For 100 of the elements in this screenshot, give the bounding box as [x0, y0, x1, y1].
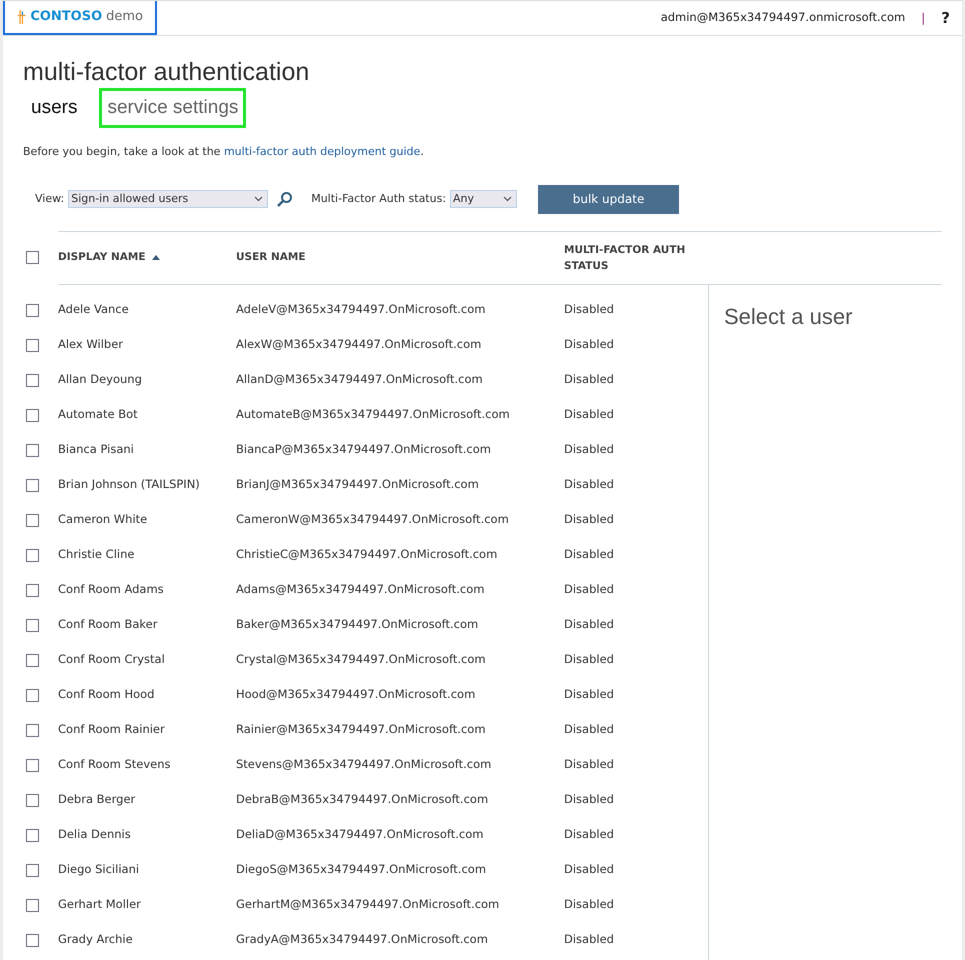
search-icon[interactable]	[276, 190, 294, 208]
user-row[interactable]: Cameron White CameronW@M365x34794497.OnMicrosoft.com Disabled	[23, 502, 708, 538]
user-name: GerhartM@M365x34794497.OnMicrosoft.com	[236, 896, 500, 914]
checkbox[interactable]	[26, 584, 39, 596]
separator: |	[921, 10, 926, 27]
checkbox[interactable]	[26, 548, 39, 562]
user-row[interactable]: Delia Dennis DeliaD@M365x34794497.OnMicrosoft.com Disabled	[23, 818, 708, 852]
user-row[interactable]: Debra Berger DebraB@M365x34794497.OnMicrosoft.com Disabled	[23, 782, 708, 818]
checkbox[interactable]	[26, 304, 39, 316]
display-name: Diego Siciliani	[58, 861, 140, 878]
checkbox[interactable]	[26, 514, 39, 526]
tab[interactable]: service settings	[99, 88, 246, 128]
mfa-status: Disabled	[564, 441, 614, 458]
mfa-status: Disabled	[564, 931, 614, 948]
user-row[interactable]: Alex Wilber AlexW@M365x34794497.OnMicrosoft.com Disabled	[23, 328, 708, 362]
display-name: Conf Room Crystal	[58, 651, 166, 668]
user-row[interactable]: Grady Archie GradyA@M365x34794497.OnMicrosoft.com Disabled	[23, 922, 708, 958]
mfa-status: Disabled	[564, 861, 614, 878]
user-row[interactable]: Gerhart Moller GerhartM@M365x34794497.OnMicrosoft.com Disabled	[23, 888, 708, 922]
user-name: DeliaD@M365x34794497.OnMicrosoft.com	[236, 826, 484, 844]
checkbox[interactable]	[26, 654, 39, 666]
user-row[interactable]: Automate Bot AutomateB@M365x34794497.OnMicrosoft.com Disabled	[23, 398, 708, 432]
user-name: AllanD@M365x34794497.OnMicrosoft.com	[236, 371, 484, 388]
user-row[interactable]: Brian Johnson (TAILSPIN) BrianJ@M365x34794497.OnMicrosoft.com Disabled	[23, 468, 708, 502]
mfa-status: Disabled	[564, 511, 614, 528]
view-dropdown[interactable]: Sign-in allowed users	[68, 190, 268, 208]
user-row[interactable]: Conf Room Adams Adams@M365x34794497.OnMicrosoft.com Disabled	[23, 572, 708, 608]
brand-name: CONTOSO	[30, 8, 102, 26]
user-name: GradyA@M365x34794497.OnMicrosoft.com	[236, 931, 489, 948]
brand-suffix: demo	[106, 8, 143, 26]
display-name: Conf Room Baker	[58, 616, 158, 634]
display-name: Debra Berger	[58, 791, 136, 808]
brand-logo-tab[interactable]: CONTOSO demo	[3, 1, 157, 35]
user-row[interactable]: Christie Cline ChristieC@M365x34794497.OnMicrosoft.com Disabled	[23, 538, 708, 572]
help-button[interactable]: ?	[941, 6, 950, 30]
user-name: AlexW@M365x34794497.OnMicrosoft.com	[236, 336, 482, 354]
display-name: Brian Johnson (TAILSPIN)	[58, 476, 201, 494]
display-name: Bianca Pisani	[58, 441, 135, 458]
checkbox[interactable]	[26, 444, 39, 456]
mfa-status: Disabled	[564, 756, 614, 774]
checkbox[interactable]	[26, 618, 39, 632]
user-name: DebraB@M365x34794497.OnMicrosoft.com	[236, 791, 490, 808]
column-header[interactable]: MULTI-FACTOR AUTH STATUS	[564, 242, 694, 274]
user-row[interactable]: Conf Room Crystal Crystal@M365x34794497.OnMicrosoft.com Disabled	[23, 642, 708, 678]
mfa-status: Disabled	[564, 581, 614, 598]
checkbox[interactable]	[26, 251, 39, 264]
chevron-icon	[503, 196, 512, 202]
sort-ascending-icon	[152, 255, 160, 260]
deployment-guide-link[interactable]: multi-factor auth deployment guide	[224, 145, 420, 158]
checkbox[interactable]	[26, 864, 39, 876]
display-name: Conf Room Rainier	[58, 721, 166, 738]
logo-icon	[17, 8, 26, 26]
status-label: Multi-Factor Auth status:	[311, 190, 446, 207]
display-name: Delia Dennis	[58, 826, 132, 844]
status-value: Any	[453, 190, 474, 207]
user-name: AutomateB@M365x34794497.OnMicrosoft.com	[236, 406, 511, 424]
mfa-status: Disabled	[564, 371, 614, 388]
column-header[interactable]: DISPLAY NAME	[58, 250, 146, 266]
display-name: Conf Room Hood	[58, 686, 156, 704]
user-row[interactable]: Conf Room Rainier Rainier@M365x34794497.OnMicrosoft.com Disabled	[23, 712, 708, 748]
checkbox[interactable]	[26, 338, 39, 352]
display-name: Grady Archie	[58, 931, 134, 948]
mfa-status: Disabled	[564, 686, 614, 704]
user-row[interactable]: Allan Deyoung AllanD@M365x34794497.OnMicrosoft.com Disabled	[23, 362, 708, 398]
display-name: Cameron White	[58, 511, 148, 528]
checkbox[interactable]	[26, 374, 39, 386]
chevron-icon	[254, 196, 264, 202]
checkbox[interactable]	[26, 828, 39, 842]
mfa-status: Disabled	[564, 616, 614, 634]
mfa-status: Disabled	[564, 826, 614, 844]
bulk-update-button[interactable]: bulk update	[538, 184, 680, 214]
user-row[interactable]: Conf Room Hood Hood@M365x34794497.OnMicrosoft.com Disabled	[23, 678, 708, 712]
column-header[interactable]: USER NAME	[236, 250, 564, 266]
checkbox[interactable]	[26, 758, 39, 772]
checkbox[interactable]	[26, 794, 39, 806]
checkbox[interactable]	[26, 724, 39, 736]
user-name: CameronW@M365x34794497.OnMicrosoft.com	[236, 511, 510, 528]
user-row[interactable]: Diego Siciliani DiegoS@M365x34794497.OnMicrosoft.com Disabled	[23, 852, 708, 888]
checkbox[interactable]	[26, 934, 39, 946]
user-row[interactable]: Bianca Pisani BiancaP@M365x34794497.OnMicrosoft.com Disabled	[23, 432, 708, 468]
display-name: Automate Bot	[58, 406, 139, 424]
user-name: DiegoS@M365x34794497.OnMicrosoft.com	[236, 861, 488, 878]
tab[interactable]: users	[23, 88, 86, 128]
checkbox[interactable]	[26, 408, 39, 422]
user-name: BiancaP@M365x34794497.OnMicrosoft.com	[236, 441, 492, 458]
status-dropdown[interactable]: Any	[450, 190, 518, 208]
page-title: multi-factor authentication	[23, 57, 310, 88]
checkbox[interactable]	[26, 898, 39, 912]
user-name: Adams@M365x34794497.OnMicrosoft.com	[236, 581, 486, 598]
account-email[interactable]: admin@M365x34794497.onmicrosoft.com	[660, 9, 906, 27]
user-row[interactable]: Conf Room Baker Baker@M365x34794497.OnMicrosoft.com Disabled	[23, 608, 708, 642]
checkbox[interactable]	[26, 688, 39, 702]
display-name: Allan Deyoung	[58, 371, 143, 388]
user-name: BrianJ@M365x34794497.OnMicrosoft.com	[236, 476, 480, 494]
checkbox[interactable]	[26, 478, 39, 492]
mfa-status: Disabled	[564, 546, 614, 564]
panel-heading: Select a user	[724, 302, 854, 330]
user-row[interactable]: Conf Room Stevens Stevens@M365x34794497.OnMicrosoft.com Disabled	[23, 748, 708, 782]
user-name: Stevens@M365x34794497.OnMicrosoft.com	[236, 756, 492, 774]
user-row[interactable]: Adele Vance AdeleV@M365x34794497.OnMicrosoft.com Disabled	[23, 292, 708, 328]
